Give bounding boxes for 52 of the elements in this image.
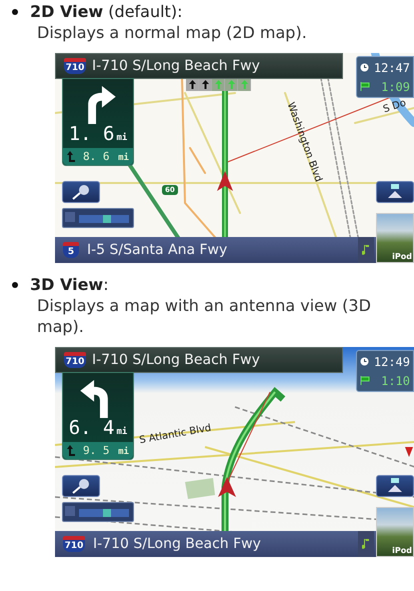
car-position-icon	[218, 477, 236, 497]
flag-icon	[360, 376, 370, 385]
current-street-name: I-5 S/Santa Ana Fwy	[87, 242, 228, 258]
next-turn-icon	[67, 151, 75, 162]
view-heading: 2D View (default):	[30, 2, 182, 22]
search-button[interactable]	[62, 181, 100, 203]
current-street-name: I-710 S/Long Beach Fwy	[93, 536, 261, 552]
street-label: S Atlantic Blvd	[138, 422, 212, 446]
clock-icon	[360, 357, 369, 366]
search-icon	[70, 478, 92, 494]
search-button[interactable]	[62, 475, 100, 497]
view-heading: 3D View:	[30, 275, 109, 295]
next-turn-icon	[67, 445, 75, 456]
street-label: S Do	[382, 98, 408, 116]
next-turn-distance: 8. 6 mi	[83, 150, 129, 164]
scale-bar[interactable]	[62, 502, 134, 522]
highway-shield: 710	[64, 352, 86, 368]
street-name: I-710 S/Long Beach Fwy	[92, 58, 260, 74]
clock-time: 12:49	[374, 354, 410, 368]
highway-shield: 710	[63, 536, 85, 552]
flag-icon	[360, 82, 370, 91]
distance-to-turn: 1. 6 mi	[68, 124, 128, 148]
clock-icon	[360, 63, 369, 72]
search-icon	[70, 184, 92, 200]
album-art-placeholder[interactable]: iPod	[376, 213, 414, 263]
map-orientation-icon	[387, 478, 403, 494]
scale-bar[interactable]	[62, 208, 134, 228]
remaining-time: 1:09	[381, 80, 410, 94]
next-turn-distance: 9. 5 mi	[83, 444, 129, 458]
destination-marker-icon	[405, 447, 413, 457]
music-note-icon	[358, 237, 374, 263]
scale-slider-icon	[63, 209, 131, 225]
map-orientation-button[interactable]	[376, 475, 414, 497]
bullet	[12, 282, 18, 288]
map-orientation-icon	[387, 184, 403, 200]
clock-time: 12:47	[374, 60, 410, 74]
bullet	[12, 9, 18, 15]
music-note-icon	[358, 531, 374, 557]
source-label: iPod	[391, 545, 413, 556]
album-art-placeholder[interactable]: iPod	[376, 507, 414, 557]
scale-slider-icon	[63, 503, 131, 519]
street-name: I-710 S/Long Beach Fwy	[92, 352, 260, 368]
distance-to-turn: 6. 4 mi	[68, 418, 128, 442]
remaining-time: 1:10	[381, 374, 410, 388]
view-description: Displays a normal map (2D map).	[37, 22, 308, 43]
highway-shield: 5	[63, 242, 79, 258]
view-description: Displays a map with an antenna view (3D map).	[37, 295, 372, 337]
map-orientation-button[interactable]	[376, 181, 414, 203]
highway-shield: 710	[64, 58, 86, 74]
park-area	[185, 478, 215, 499]
source-label: iPod	[391, 251, 413, 262]
car-position-icon	[217, 171, 233, 191]
